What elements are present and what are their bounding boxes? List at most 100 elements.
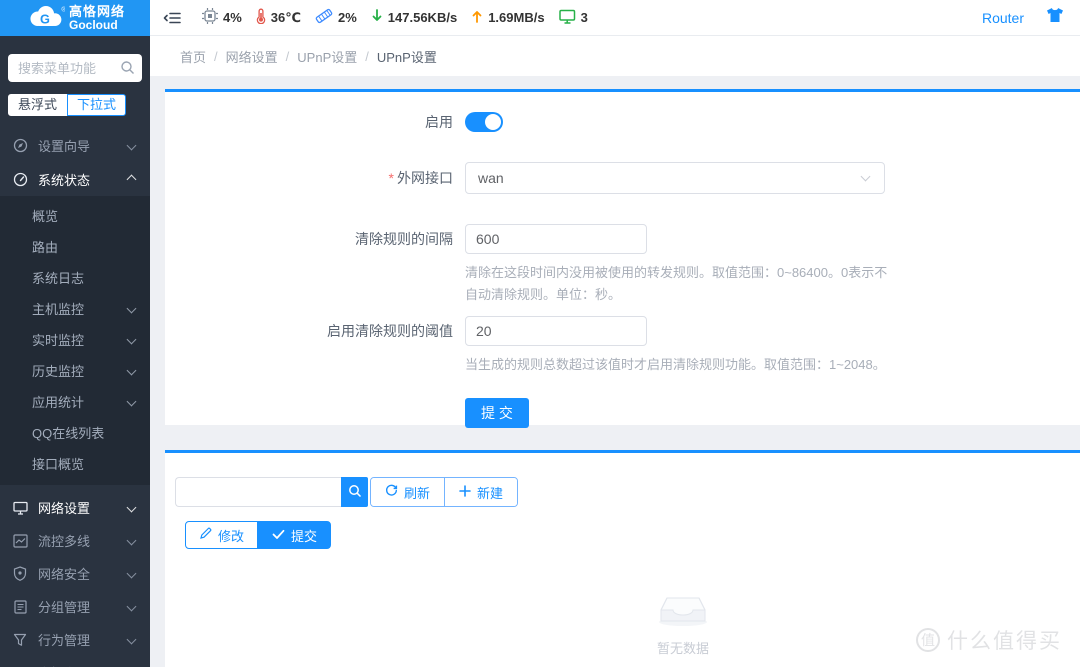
sidebar-item-realtime-monitor[interactable]: 实时监控: [0, 324, 150, 355]
sidebar-search: [8, 54, 142, 82]
download-speed-value: 147.56KB/s: [387, 10, 458, 25]
sidebar-item-interface-overview[interactable]: 接口概览: [0, 448, 150, 479]
row-actions: 修改 提交: [185, 521, 1080, 549]
chevron-down-icon: [126, 365, 137, 376]
sidebar-item-behavior-management[interactable]: 行为管理: [0, 623, 150, 656]
form-submit-button[interactable]: 提 交: [465, 398, 529, 428]
sidebar-item-network-security[interactable]: 网络安全: [0, 557, 150, 590]
clear-interval-help: 清除在这段时间内没用被使用的转发规则。取值范围：0~86400。0表示不自动清除…: [465, 265, 888, 302]
memory-icon: [315, 8, 333, 27]
sidebar-item-history-monitor[interactable]: 历史监控: [0, 355, 150, 386]
rules-actions-group: 刷新 新建: [370, 477, 519, 507]
memory-usage-stat: 2%: [315, 8, 357, 27]
check-icon: [272, 528, 285, 543]
funnel-icon: [12, 633, 28, 647]
clients-monitor-icon: [558, 9, 576, 27]
breadcrumb-network-settings[interactable]: 网络设置: [226, 47, 278, 66]
sidebar-item-vpn[interactable]: 虚拟专网: [0, 656, 150, 667]
upnp-rules-card: 刷新 新建 修改 提交 暂无数据: [165, 450, 1080, 667]
mode-tab-floating[interactable]: 悬浮式: [8, 94, 68, 116]
sidebar: 悬浮式 下拉式 设置向导: [0, 36, 150, 667]
breadcrumb: 首页 / 网络设置 / UPnP设置 / UPnP设置: [150, 36, 1080, 76]
sidebar-item-group-management[interactable]: 分组管理: [0, 590, 150, 623]
online-clients-value: 3: [580, 10, 588, 25]
breadcrumb-home[interactable]: 首页: [180, 47, 206, 66]
chevron-down-icon: [126, 303, 137, 314]
chevron-down-icon: [860, 171, 871, 182]
clear-threshold-input[interactable]: [465, 316, 647, 346]
search-icon: [120, 60, 135, 80]
app-window: G ® 高恪网络 Gocloud: [0, 0, 1080, 667]
chevron-up-icon: [126, 174, 137, 184]
modify-button[interactable]: 修改: [185, 521, 259, 549]
svg-text:G: G: [40, 11, 50, 26]
temperature-value: 36℃: [270, 9, 301, 25]
rules-submit-button[interactable]: 提交: [258, 521, 332, 549]
rules-search-button[interactable]: [341, 477, 368, 507]
gauge-icon: [12, 172, 28, 187]
upnp-form: 启用 * 外网接口 wan 清除规则的间隔 600 清除在这段时间内没用被使用的…: [165, 92, 1080, 428]
search-icon: [348, 484, 362, 501]
download-speed-stat: 147.56KB/s: [371, 8, 457, 27]
chevron-down-icon: [126, 140, 137, 150]
document-icon: [12, 599, 28, 614]
rules-search: [175, 477, 368, 507]
chevron-down-icon: [126, 568, 137, 579]
main-area: 首页 / 网络设置 / UPnP设置 / UPnP设置 启用 * 外网接口 wa…: [150, 36, 1080, 667]
sidebar-item-overview[interactable]: 概览: [0, 200, 150, 231]
pencil-icon: [199, 527, 212, 543]
chevron-down-icon: [126, 535, 137, 546]
compass-icon: [12, 138, 28, 153]
create-button[interactable]: 新建: [444, 478, 518, 506]
tshirt-icon[interactable]: [1046, 7, 1064, 28]
cpu-usage-value: 4%: [223, 10, 242, 25]
enable-toggle[interactable]: [465, 112, 503, 132]
wan-interface-row: * 外网接口 wan: [165, 162, 1080, 194]
clear-interval-input[interactable]: [465, 224, 647, 254]
chevron-down-icon: [126, 502, 137, 513]
sidebar-item-setup-wizard[interactable]: 设置向导: [0, 128, 150, 162]
empty-box-icon: [654, 597, 712, 631]
rules-toolbar: 刷新 新建: [175, 477, 1080, 507]
breadcrumb-upnp[interactable]: UPnP设置: [297, 47, 357, 66]
enable-label: 启用: [425, 114, 453, 130]
refresh-button[interactable]: 刷新: [371, 478, 445, 506]
router-link[interactable]: Router: [982, 10, 1024, 26]
sidebar-item-routing[interactable]: 路由: [0, 231, 150, 262]
rules-search-input[interactable]: [175, 477, 341, 507]
gocloud-logo: G ® 高恪网络 Gocloud: [0, 0, 150, 36]
sidebar-item-network-settings[interactable]: 网络设置: [0, 491, 150, 524]
online-clients-stat: 3: [558, 9, 588, 27]
sidebar-item-host-monitor[interactable]: 主机监控: [0, 293, 150, 324]
download-arrow-icon: [371, 8, 383, 27]
logo-text: 高恪网络 Gocloud: [68, 3, 125, 32]
upnp-settings-card: 启用 * 外网接口 wan 清除规则的间隔 600 清除在这段时间内没用被使用的…: [165, 89, 1080, 428]
upload-speed-stat: 1.69MB/s: [471, 8, 545, 27]
sidebar-item-system-status[interactable]: 系统状态: [0, 162, 150, 196]
menu-fold-icon[interactable]: [162, 10, 182, 26]
sidebar-item-qq-online-list[interactable]: QQ在线列表: [0, 417, 150, 448]
upload-speed-value: 1.69MB/s: [488, 10, 545, 25]
wan-interface-label: * 外网接口: [388, 170, 453, 186]
sidebar-item-system-log[interactable]: 系统日志: [0, 262, 150, 293]
chevron-down-icon: [126, 601, 137, 612]
sidebar-item-flow-control[interactable]: 流控多线: [0, 524, 150, 557]
menu-mode-tabs: 悬浮式 下拉式: [8, 94, 142, 116]
breadcrumb-current: UPnP设置: [376, 49, 437, 65]
topbar-main: 4% 36℃ 2% 147.56KB/s 1.69MB/s 3 Router: [150, 0, 1080, 36]
clear-interval-label: 清除规则的间隔: [355, 231, 453, 247]
thermometer-icon: [256, 8, 266, 27]
svg-text:®: ®: [61, 5, 65, 13]
enable-row: 启用: [165, 112, 1080, 132]
sidebar-item-app-statistics[interactable]: 应用统计: [0, 386, 150, 417]
clear-threshold-label: 启用清除规则的阈值: [327, 323, 453, 339]
empty-state: 暂无数据: [643, 585, 723, 657]
wan-interface-select[interactable]: wan: [465, 162, 885, 194]
cloud-logo-icon: G ®: [25, 2, 66, 35]
chevron-down-icon: [126, 334, 137, 345]
mode-tab-dropdown[interactable]: 下拉式: [67, 94, 127, 116]
cpu-usage-stat: 4%: [202, 8, 242, 27]
chevron-down-icon: [126, 634, 137, 645]
cpu-icon: [202, 8, 218, 27]
clear-threshold-help: 当生成的规则总数超过该值时才启用清除规则功能。取值范围：1~2048。: [465, 357, 886, 372]
